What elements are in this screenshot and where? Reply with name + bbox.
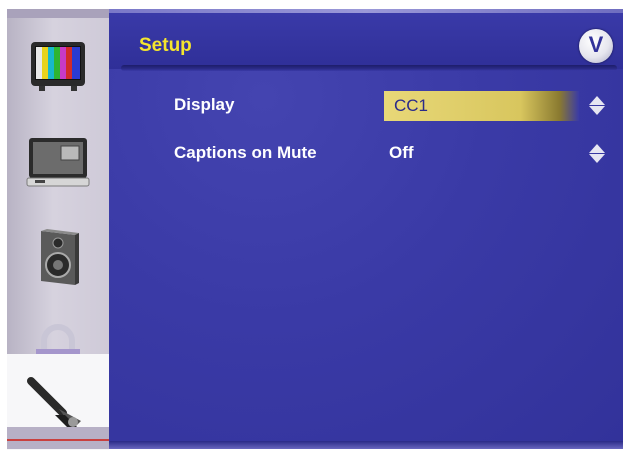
header-divider: [121, 65, 617, 71]
monitor-pip-icon: [26, 138, 90, 187]
setting-value-captions-on-mute[interactable]: Off: [389, 143, 414, 163]
setting-row-captions-on-mute[interactable]: Captions on Mute Off: [109, 139, 623, 169]
arrow-down-icon: [589, 106, 605, 115]
menu-title: Setup: [139, 35, 192, 56]
setting-label-captions-on-mute: Captions on Mute: [174, 143, 317, 162]
arrow-down-icon: [589, 154, 605, 163]
panel-bottom-line: [109, 441, 623, 449]
setup-menu-panel: Setup V Display CC1 Captions on Mute Off: [109, 9, 623, 449]
sidebar-item-picture[interactable]: [7, 18, 109, 114]
tv-color-bars-icon: [31, 42, 85, 91]
logo-letter: V: [588, 32, 604, 57]
wrench-icon: [27, 377, 81, 429]
setting-label-display: Display: [174, 95, 235, 114]
speaker-icon: [41, 229, 79, 285]
arrow-up-icon: [589, 144, 605, 153]
up-down-arrows-icon[interactable]: [589, 144, 605, 164]
sidebar-item-audio[interactable]: [7, 210, 109, 306]
screen-right-border: [623, 9, 632, 449]
vizio-logo: V: [579, 29, 613, 63]
arrow-up-icon: [589, 96, 605, 105]
menu-category-rail: V: [7, 9, 109, 450]
tv-osd-screen: V Setup V Display CC1: [0, 0, 632, 455]
up-down-arrows-icon[interactable]: [589, 96, 605, 116]
sidebar-item-pip[interactable]: [7, 114, 109, 210]
rail-bottom-line: [7, 439, 109, 441]
rail-top-strip: [7, 9, 109, 18]
setting-row-display[interactable]: Display CC1: [109, 91, 623, 121]
setting-value-display[interactable]: CC1: [384, 91, 579, 121]
rail-bottom-strip: [7, 427, 109, 449]
